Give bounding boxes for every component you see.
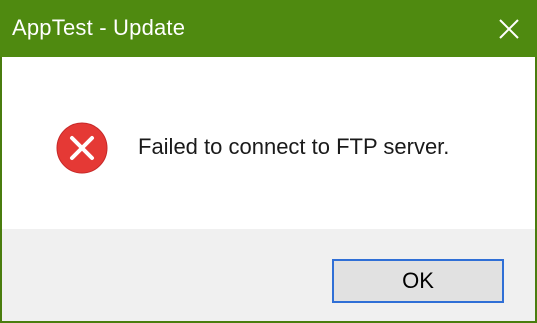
window-title: AppTest - Update xyxy=(12,15,186,40)
error-icon xyxy=(56,122,108,174)
ok-button-label: OK xyxy=(402,268,434,293)
error-message: Failed to connect to FTP server. xyxy=(138,134,450,159)
dialog-window: AppTest - Update Failed to connect to FT… xyxy=(0,0,537,323)
dialog-content: Failed to connect to FTP server. xyxy=(2,57,535,229)
ok-button[interactable]: OK xyxy=(332,259,504,303)
button-bar: OK xyxy=(2,229,535,321)
close-icon xyxy=(499,18,519,39)
close-button[interactable] xyxy=(481,0,537,57)
title-bar[interactable]: AppTest - Update xyxy=(0,0,537,57)
